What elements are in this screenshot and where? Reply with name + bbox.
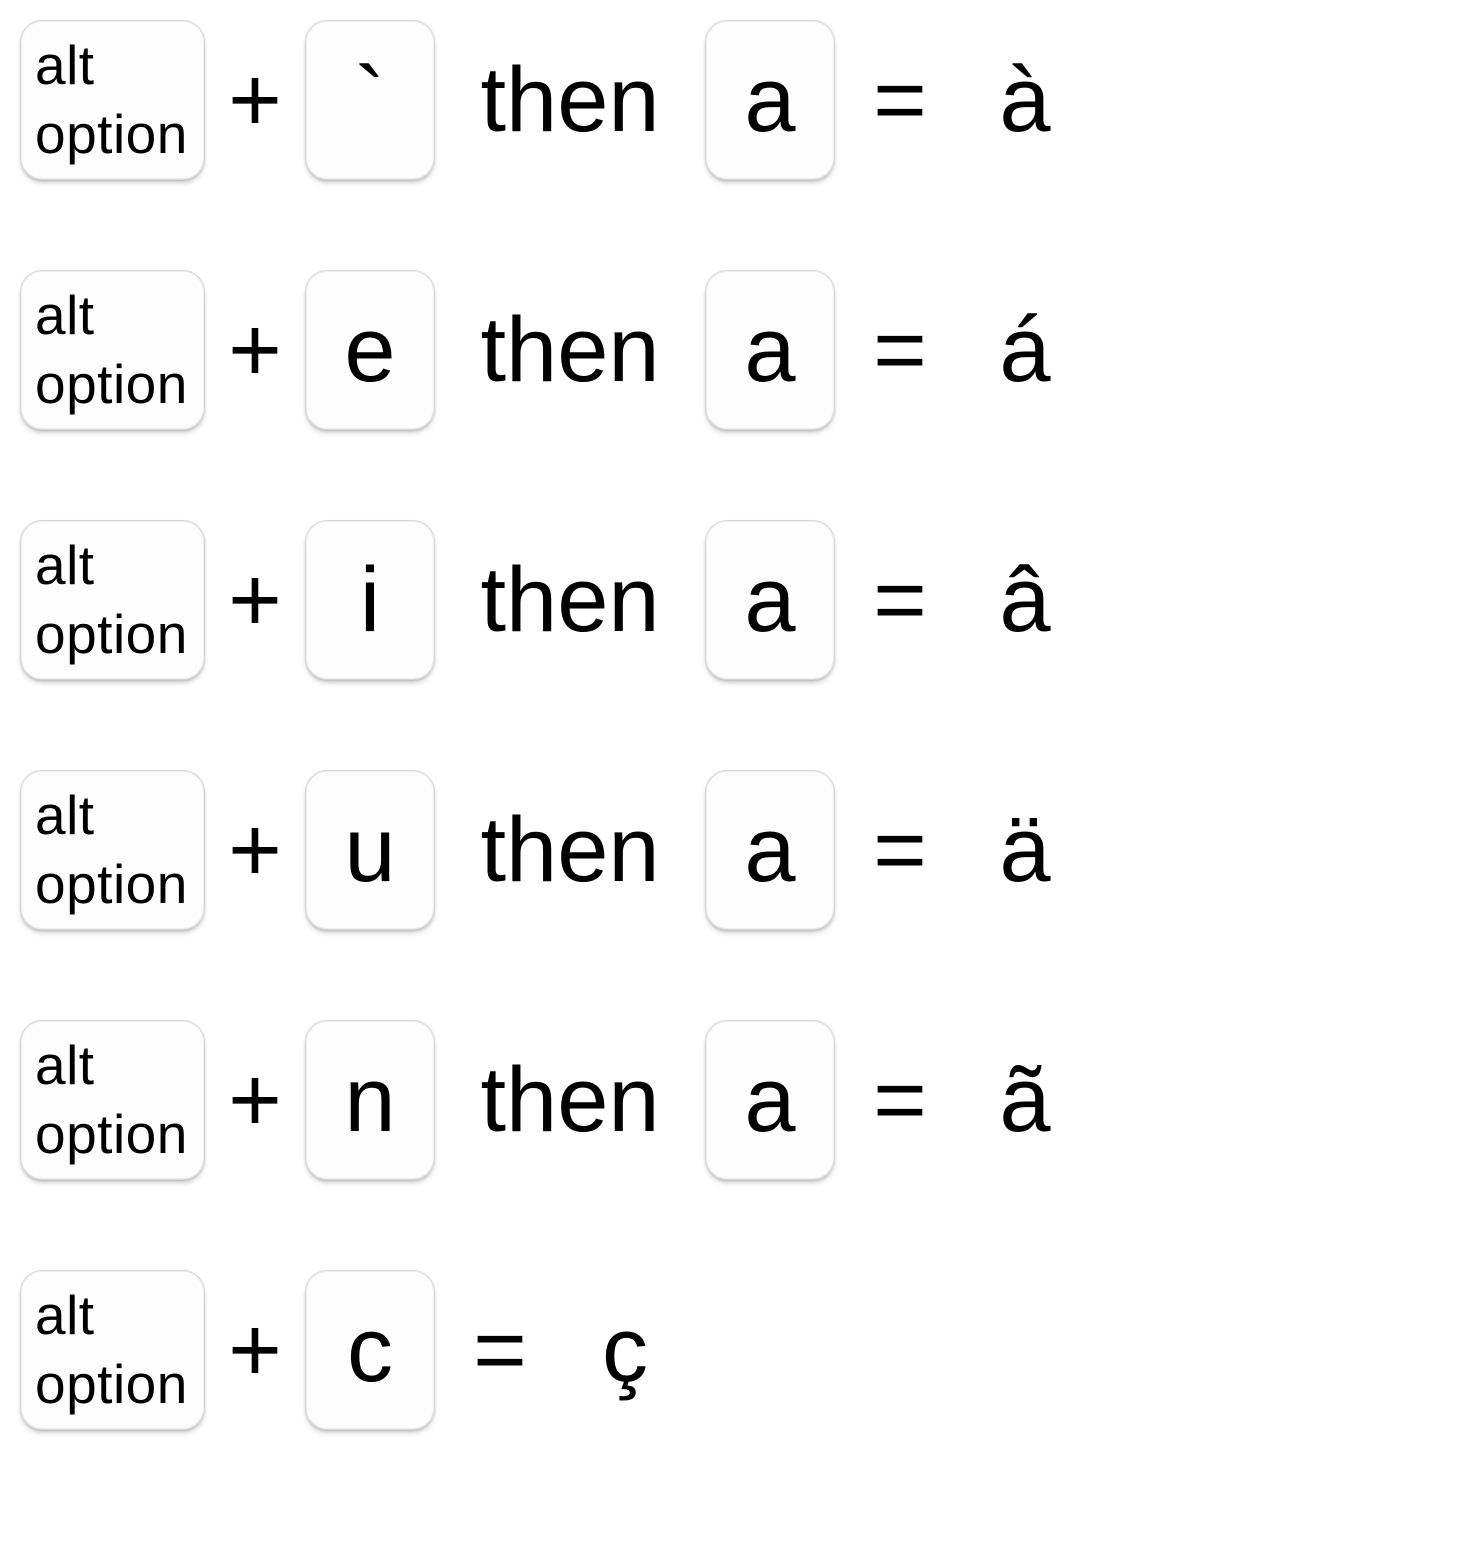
shortcut-row: alt option + c = ç [20, 1270, 1438, 1430]
result-char: á [965, 270, 1085, 430]
then-separator: then [435, 1020, 705, 1180]
equals-separator: = [435, 1270, 565, 1430]
key-label-option: option [35, 350, 188, 419]
option-key: alt option [20, 520, 205, 680]
key-label-option: option [35, 100, 188, 169]
letter-key: a [705, 20, 835, 180]
shortcut-row: alt option + ` then a = à [20, 20, 1438, 180]
shortcut-row: alt option + n then a = ã [20, 1020, 1438, 1180]
option-key: alt option [20, 20, 205, 180]
option-key: alt option [20, 770, 205, 930]
modifier-key: u [305, 770, 435, 930]
result-char: ä [965, 770, 1085, 930]
result-char: à [965, 20, 1085, 180]
result-char: ç [565, 1270, 685, 1430]
key-label-option: option [35, 1100, 188, 1169]
key-label-alt: alt [35, 281, 95, 350]
then-separator: then [435, 270, 705, 430]
equals-separator: = [835, 1020, 965, 1180]
equals-separator: = [835, 20, 965, 180]
key-label-option: option [35, 600, 188, 669]
modifier-key: i [305, 520, 435, 680]
key-label-alt: alt [35, 1281, 95, 1350]
shortcut-row: alt option + u then a = ä [20, 770, 1438, 930]
modifier-key: ` [305, 20, 435, 180]
plus-separator: + [205, 270, 305, 430]
plus-separator: + [205, 770, 305, 930]
then-separator: then [435, 20, 705, 180]
plus-separator: + [205, 1020, 305, 1180]
plus-separator: + [205, 20, 305, 180]
key-label-alt: alt [35, 781, 95, 850]
modifier-key: n [305, 1020, 435, 1180]
equals-separator: = [835, 520, 965, 680]
equals-separator: = [835, 270, 965, 430]
letter-key: a [705, 1020, 835, 1180]
key-label-alt: alt [35, 531, 95, 600]
key-label-alt: alt [35, 1031, 95, 1100]
modifier-key: e [305, 270, 435, 430]
shortcut-list: alt option + ` then a = à alt option + e… [20, 20, 1438, 1430]
option-key: alt option [20, 1270, 205, 1430]
shortcut-row: alt option + e then a = á [20, 270, 1438, 430]
plus-separator: + [205, 520, 305, 680]
key-label-option: option [35, 850, 188, 919]
option-key: alt option [20, 1020, 205, 1180]
equals-separator: = [835, 770, 965, 930]
letter-key: a [705, 520, 835, 680]
then-separator: then [435, 770, 705, 930]
modifier-key: c [305, 1270, 435, 1430]
shortcut-row: alt option + i then a = â [20, 520, 1438, 680]
key-label-option: option [35, 1350, 188, 1419]
key-label-alt: alt [35, 31, 95, 100]
letter-key: a [705, 770, 835, 930]
result-char: ã [965, 1020, 1085, 1180]
result-char: â [965, 520, 1085, 680]
option-key: alt option [20, 270, 205, 430]
then-separator: then [435, 520, 705, 680]
plus-separator: + [205, 1270, 305, 1430]
letter-key: a [705, 270, 835, 430]
